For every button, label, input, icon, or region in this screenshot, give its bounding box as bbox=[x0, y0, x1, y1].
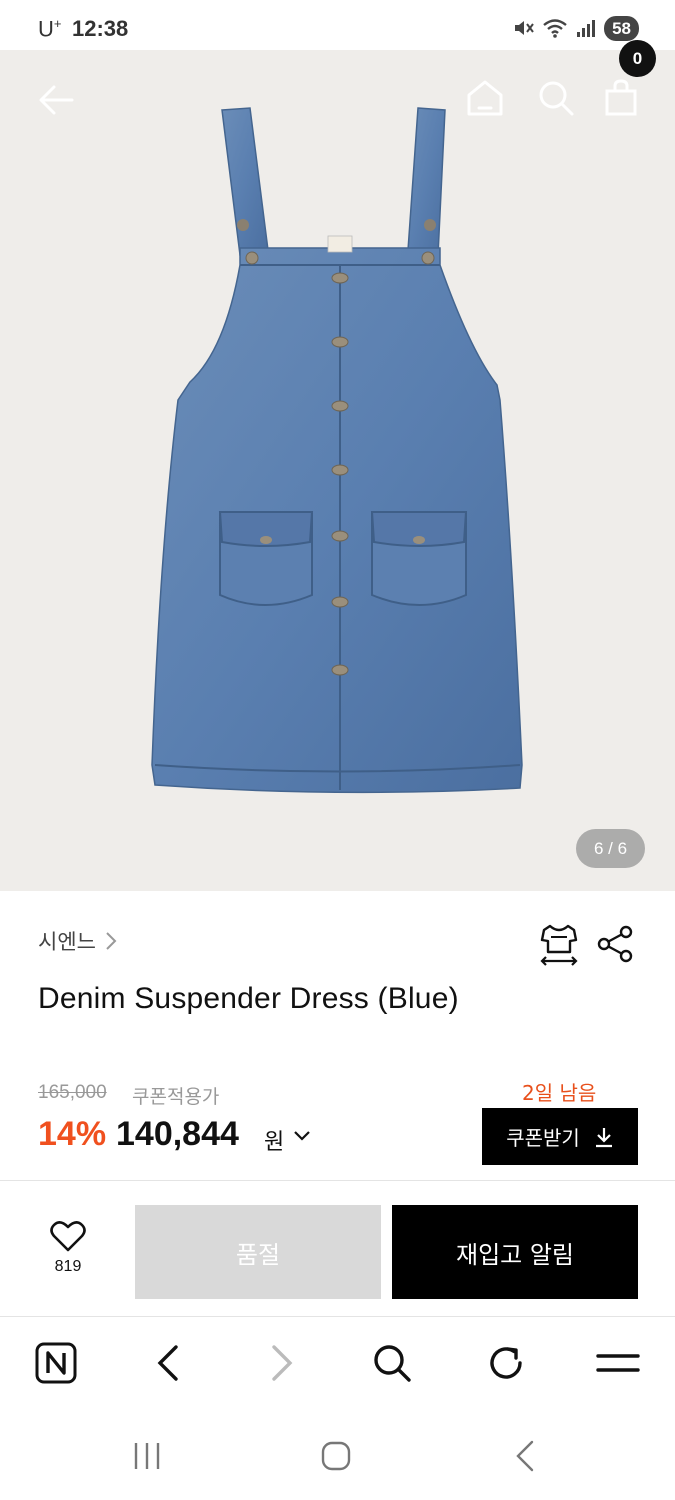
naver-icon bbox=[35, 1342, 77, 1384]
search-icon bbox=[539, 81, 574, 116]
cart-count-badge: 0 bbox=[619, 40, 656, 77]
menu-icon bbox=[596, 1354, 640, 1372]
battery-indicator: 58 bbox=[604, 15, 639, 41]
share-button[interactable] bbox=[596, 924, 636, 964]
product-image bbox=[151, 107, 523, 794]
status-icons: 58 bbox=[512, 15, 639, 41]
heart-icon bbox=[50, 1221, 86, 1252]
forward-icon bbox=[272, 1345, 293, 1381]
browser-menu-button[interactable] bbox=[594, 1339, 642, 1387]
shirt-size-icon bbox=[540, 924, 578, 966]
chevron-right-icon bbox=[106, 932, 117, 950]
product-title: Denim Suspender Dress (Blue) bbox=[38, 982, 459, 1015]
back-button[interactable] bbox=[28, 72, 84, 128]
back-icon bbox=[157, 1345, 178, 1381]
shopping-bag-icon bbox=[605, 79, 637, 116]
coupon-button-label: 쿠폰받기 bbox=[506, 1126, 580, 1150]
naver-home-button[interactable] bbox=[32, 1339, 80, 1387]
mute-icon bbox=[515, 21, 534, 35]
wishlist-count: 819 bbox=[54, 1258, 82, 1275]
home-icon bbox=[467, 80, 503, 116]
chevron-down-icon[interactable] bbox=[292, 1126, 312, 1146]
brand-name: 시엔느 bbox=[38, 930, 96, 954]
android-home-button[interactable] bbox=[311, 1436, 361, 1476]
download-icon bbox=[595, 1127, 612, 1147]
browser-toolbar bbox=[0, 1317, 675, 1412]
browser-back-button[interactable] bbox=[144, 1339, 192, 1387]
discount-rate: 14% bbox=[38, 1115, 107, 1153]
status-time: 12:38 bbox=[72, 16, 129, 41]
soldout-button: 품절 bbox=[135, 1205, 381, 1299]
brand-link[interactable]: 시엔느 bbox=[38, 926, 118, 956]
back-icon bbox=[516, 1440, 534, 1472]
coupon-price-label: 쿠폰적용가 bbox=[132, 1086, 220, 1108]
share-icon bbox=[597, 925, 633, 963]
search-icon bbox=[374, 1345, 411, 1382]
browser-forward-button[interactable] bbox=[258, 1339, 306, 1387]
divider bbox=[0, 1180, 675, 1181]
browser-refresh-button[interactable] bbox=[482, 1339, 530, 1387]
currency-unit: 원 bbox=[264, 1130, 285, 1155]
browser-search-button[interactable] bbox=[368, 1339, 416, 1387]
carrier-label: U+ bbox=[38, 16, 62, 42]
original-price: 165,000 bbox=[38, 1082, 107, 1103]
wifi-icon bbox=[543, 19, 567, 38]
android-back-button[interactable] bbox=[500, 1436, 550, 1476]
home-button[interactable] bbox=[460, 72, 510, 124]
download-coupon-button[interactable]: 쿠폰받기 bbox=[482, 1108, 638, 1165]
restock-alert-button[interactable]: 재입고 알림 bbox=[392, 1205, 638, 1299]
signal-icon bbox=[577, 20, 596, 37]
search-button[interactable] bbox=[532, 72, 580, 124]
recent-apps-icon bbox=[134, 1443, 160, 1469]
android-nav-bar bbox=[0, 1412, 675, 1500]
coupon-days-left: 2일 남음 bbox=[522, 1081, 597, 1105]
refresh-icon bbox=[490, 1347, 522, 1379]
home-icon bbox=[321, 1441, 351, 1471]
product-image-carousel[interactable]: 6 / 6 bbox=[0, 50, 675, 891]
sale-price: 140,844 bbox=[116, 1115, 239, 1153]
recent-apps-button[interactable] bbox=[122, 1436, 172, 1476]
size-guide-button[interactable] bbox=[538, 922, 580, 966]
cart-button[interactable] bbox=[598, 72, 644, 124]
image-counter: 6 / 6 bbox=[576, 829, 645, 868]
wishlist-button[interactable]: 819 bbox=[40, 1220, 96, 1284]
status-bar: U+ 12:38 58 bbox=[0, 0, 675, 50]
back-arrow-icon bbox=[39, 85, 74, 115]
